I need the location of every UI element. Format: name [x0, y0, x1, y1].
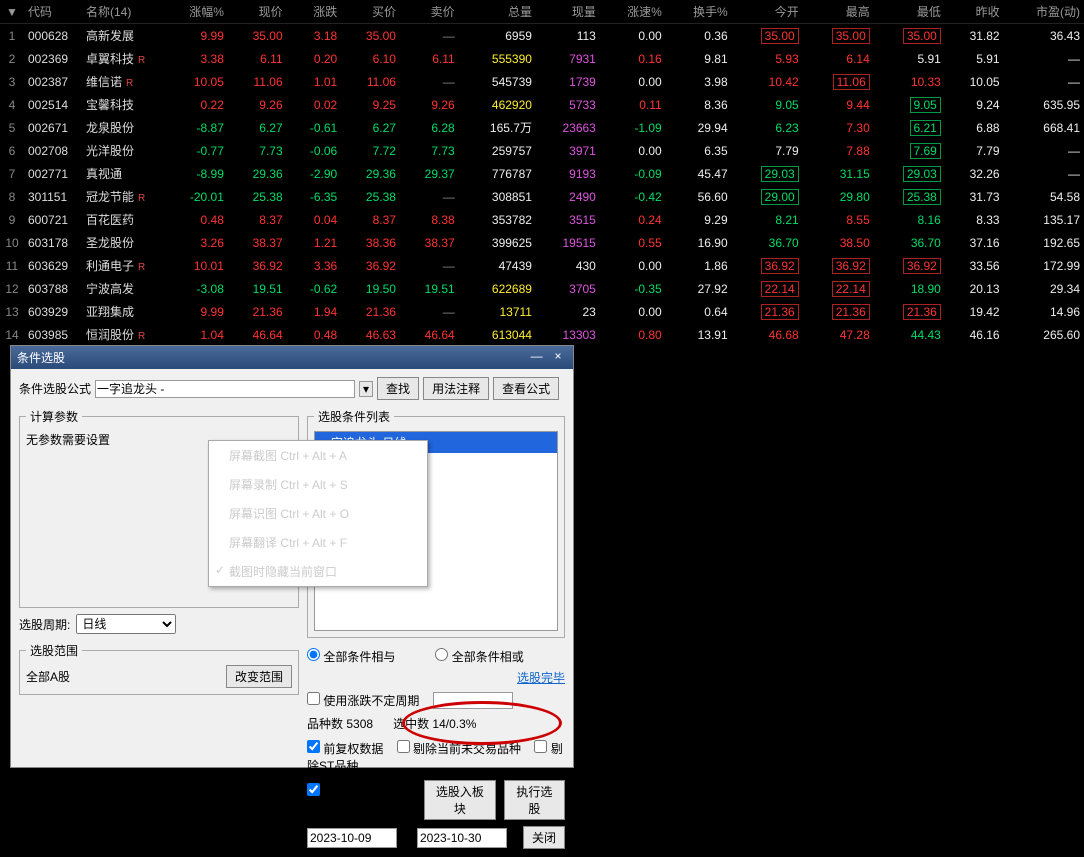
stock-table: ▼代码名称(14)涨幅%现价涨跌买价卖价总量现量涨速%换手%今开最高最低昨收市盈… [0, 0, 1084, 346]
radio-and[interactable]: 全部条件相与 [307, 648, 395, 665]
period-label: 选股周期: [19, 616, 70, 633]
col-header[interactable]: 卖价 [400, 0, 459, 24]
change-range-button[interactable]: 改变范围 [226, 665, 292, 688]
table-row[interactable]: 9600721百花医药0.488.370.048.378.38353782351… [0, 208, 1084, 231]
period-select[interactable]: 日线 [76, 614, 176, 634]
dropdown-icon[interactable]: ▾ [359, 381, 373, 397]
range-fieldset: 选股范围 全部A股 改变范围 [19, 642, 299, 695]
table-row[interactable]: 8301151冠龙节能R-20.0125.38-6.3525.38—308851… [0, 185, 1084, 208]
view-formula-button[interactable]: 查看公式 [493, 377, 559, 400]
dialog-titlebar[interactable]: 条件选股 — × [11, 346, 573, 369]
close-button[interactable]: 关闭 [523, 826, 565, 849]
col-header[interactable]: 市盈(动) [1004, 0, 1084, 24]
col-header[interactable]: 昨收 [945, 0, 1004, 24]
table-row[interactable]: 10603178圣龙股份3.2638.371.2138.3638.3739962… [0, 231, 1084, 254]
table-row[interactable]: 1000628高新发展9.9935.003.1835.00—69591130.0… [0, 24, 1084, 48]
calc-params-legend: 计算参数 [26, 408, 82, 425]
table-row[interactable]: 6002708光洋股份-0.777.73-0.067.727.732597573… [0, 139, 1084, 162]
formula-label: 条件选股公式 [19, 380, 91, 397]
find-button[interactable]: 查找 [377, 377, 419, 400]
variety-label: 品种数 [307, 717, 343, 731]
close-icon[interactable]: × [549, 349, 567, 363]
radio-or[interactable]: 全部条件相或 [435, 648, 523, 665]
table-row[interactable]: 3002387维信诺R10.0511.061.0111.06—545739173… [0, 70, 1084, 93]
col-header[interactable]: 涨幅% [162, 0, 228, 24]
date-from-input[interactable] [307, 828, 397, 848]
date-sep: - [405, 831, 409, 845]
col-header[interactable]: 最低 [874, 0, 945, 24]
selected-label: 选中数 [393, 717, 429, 731]
fuquan-checkbox[interactable]: 前复权数据 [307, 742, 383, 756]
col-header[interactable]: 今开 [732, 0, 803, 24]
table-row[interactable]: 5002671龙泉股份-8.876.27-0.616.276.28165.7万2… [0, 116, 1084, 139]
col-header[interactable]: 换手% [666, 0, 732, 24]
variety-value: 5308 [346, 717, 373, 731]
table-row[interactable]: 7002771真视通-8.9929.36-2.9029.3629.3777678… [0, 162, 1084, 185]
dialog-title-text: 条件选股 [17, 349, 65, 366]
help-button[interactable]: 用法注释 [423, 377, 489, 400]
table-row[interactable]: 13603929亚翔集成9.9921.361.9421.36—13711230.… [0, 300, 1084, 323]
table-row[interactable]: 4002514宝馨科技0.229.260.029.259.26462920573… [0, 93, 1084, 116]
selected-value: 14/0.3% [432, 717, 476, 731]
col-header[interactable]: 代码 [24, 0, 82, 24]
col-header[interactable]: 现价 [228, 0, 287, 24]
table-row[interactable]: 11603629利通电子R10.0136.923.3636.92—4743943… [0, 254, 1084, 277]
context-menu-item[interactable]: 屏幕翻译 Ctrl + Alt + F [209, 528, 427, 557]
col-header[interactable]: 涨跌 [287, 0, 342, 24]
col-header[interactable]: ▼ [0, 0, 24, 24]
table-row[interactable]: 12603788宁波高发-3.0819.51-0.6219.5019.51622… [0, 277, 1084, 300]
table-row[interactable]: 14603985恒润股份R1.0446.640.4846.6346.646130… [0, 323, 1084, 346]
formula-input[interactable] [95, 380, 355, 398]
to-block-button[interactable]: 选股入板块 [424, 780, 496, 820]
date-to-input[interactable] [417, 828, 507, 848]
table-row[interactable]: 2002369卓翼科技R3.386.110.206.106.1155539079… [0, 47, 1084, 70]
context-menu-item[interactable]: 屏幕录制 Ctrl + Alt + S [209, 470, 427, 499]
range-legend: 选股范围 [26, 642, 82, 659]
table-body: 1000628高新发展9.9935.003.1835.00—69591130.0… [0, 24, 1084, 347]
complete-link[interactable]: 选股完毕 [517, 671, 565, 685]
variable-cycle-input[interactable] [433, 692, 513, 709]
exec-button[interactable]: 执行选股 [504, 780, 565, 820]
remove-nontrade-checkbox[interactable]: 剔除当前未交易品种 [397, 742, 521, 756]
col-header[interactable]: 买价 [341, 0, 400, 24]
range-value: 全部A股 [26, 668, 70, 685]
table-header-row: ▼代码名称(14)涨幅%现价涨跌买价卖价总量现量涨速%换手%今开最高最低昨收市盈… [0, 0, 1084, 24]
context-menu-item[interactable]: 屏幕识图 Ctrl + Alt + O [209, 499, 427, 528]
col-header[interactable]: 涨速% [600, 0, 666, 24]
time-satisfy-checkbox[interactable]: 时间段内满足条件 [307, 783, 408, 817]
variable-cycle-checkbox[interactable]: 使用涨跌不定周期 [307, 694, 419, 708]
context-menu-item[interactable]: 屏幕截图 Ctrl + Alt + A [209, 441, 427, 470]
col-header[interactable]: 最高 [803, 0, 874, 24]
col-header[interactable]: 总量 [459, 0, 536, 24]
context-menu: 屏幕截图 Ctrl + Alt + A屏幕录制 Ctrl + Alt + S屏幕… [208, 440, 428, 587]
minimize-icon[interactable]: — [528, 349, 546, 363]
context-menu-item[interactable]: 截图时隐藏当前窗口 [209, 557, 427, 586]
condition-list-legend: 选股条件列表 [314, 408, 394, 425]
col-header[interactable]: 现量 [536, 0, 600, 24]
col-header[interactable]: 名称(14) [82, 0, 162, 24]
